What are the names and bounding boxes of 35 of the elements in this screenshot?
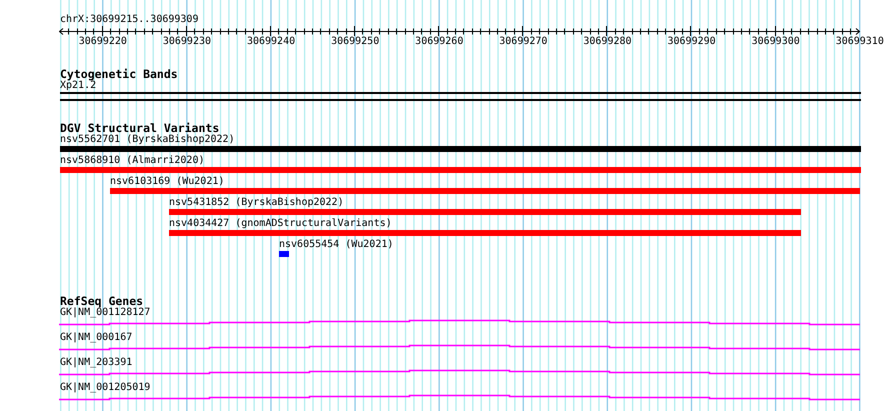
- tick-label: 30699220: [78, 36, 127, 48]
- variant-label[interactable]: nsv6055454 (Wu2021): [279, 239, 394, 251]
- tick-label: 30699270: [499, 36, 548, 48]
- tick-label: 30699280: [583, 36, 632, 48]
- variant-label[interactable]: nsv6103169 (Wu2021): [110, 176, 224, 188]
- variant-label[interactable]: nsv5431852 (ByrskaBishop2022): [169, 197, 344, 209]
- tick-label: 30699230: [162, 36, 211, 48]
- tick-label: 30699250: [331, 36, 380, 48]
- track-title: RefSeq Genes: [60, 295, 144, 307]
- tick-label: 30699310: [836, 36, 884, 48]
- tick-label: 30699290: [667, 36, 716, 48]
- band-label: Xp21.2: [60, 80, 96, 92]
- gene-label[interactable]: GK|NM_001128127: [60, 307, 150, 319]
- tick-label: 30699260: [415, 36, 464, 48]
- variant-label[interactable]: nsv5562701 (ByrskaBishop2022): [60, 134, 235, 146]
- variant-label[interactable]: nsv4034427 (gnomADStructuralVariants): [169, 218, 392, 230]
- gene-label[interactable]: GK|NM_001205019: [60, 382, 150, 394]
- gene-label[interactable]: GK|NM_203391: [60, 357, 132, 369]
- tick-label: 30699240: [246, 36, 295, 48]
- variant-bar[interactable]: [110, 188, 860, 194]
- gene-line[interactable]: [59, 394, 860, 400]
- gene-line[interactable]: [59, 370, 860, 376]
- variant-bar[interactable]: [279, 251, 289, 257]
- variant-bar[interactable]: [169, 230, 802, 236]
- region-label: chrX:30699215..30699309: [60, 14, 198, 26]
- variant-label[interactable]: nsv5868910 (Almarri2020): [60, 155, 204, 167]
- track-title: Cytogenetic Bands: [60, 68, 178, 80]
- gene-line[interactable]: [59, 344, 860, 350]
- gene-line[interactable]: [59, 320, 860, 326]
- tick-label: 30699300: [752, 36, 800, 48]
- variant-bar[interactable]: [60, 146, 860, 152]
- track-title: DGV Structural Variants: [60, 122, 220, 134]
- gene-label[interactable]: GK|NM_000167: [60, 332, 132, 344]
- variant-bar[interactable]: [60, 167, 860, 173]
- variant-bar[interactable]: [169, 209, 802, 215]
